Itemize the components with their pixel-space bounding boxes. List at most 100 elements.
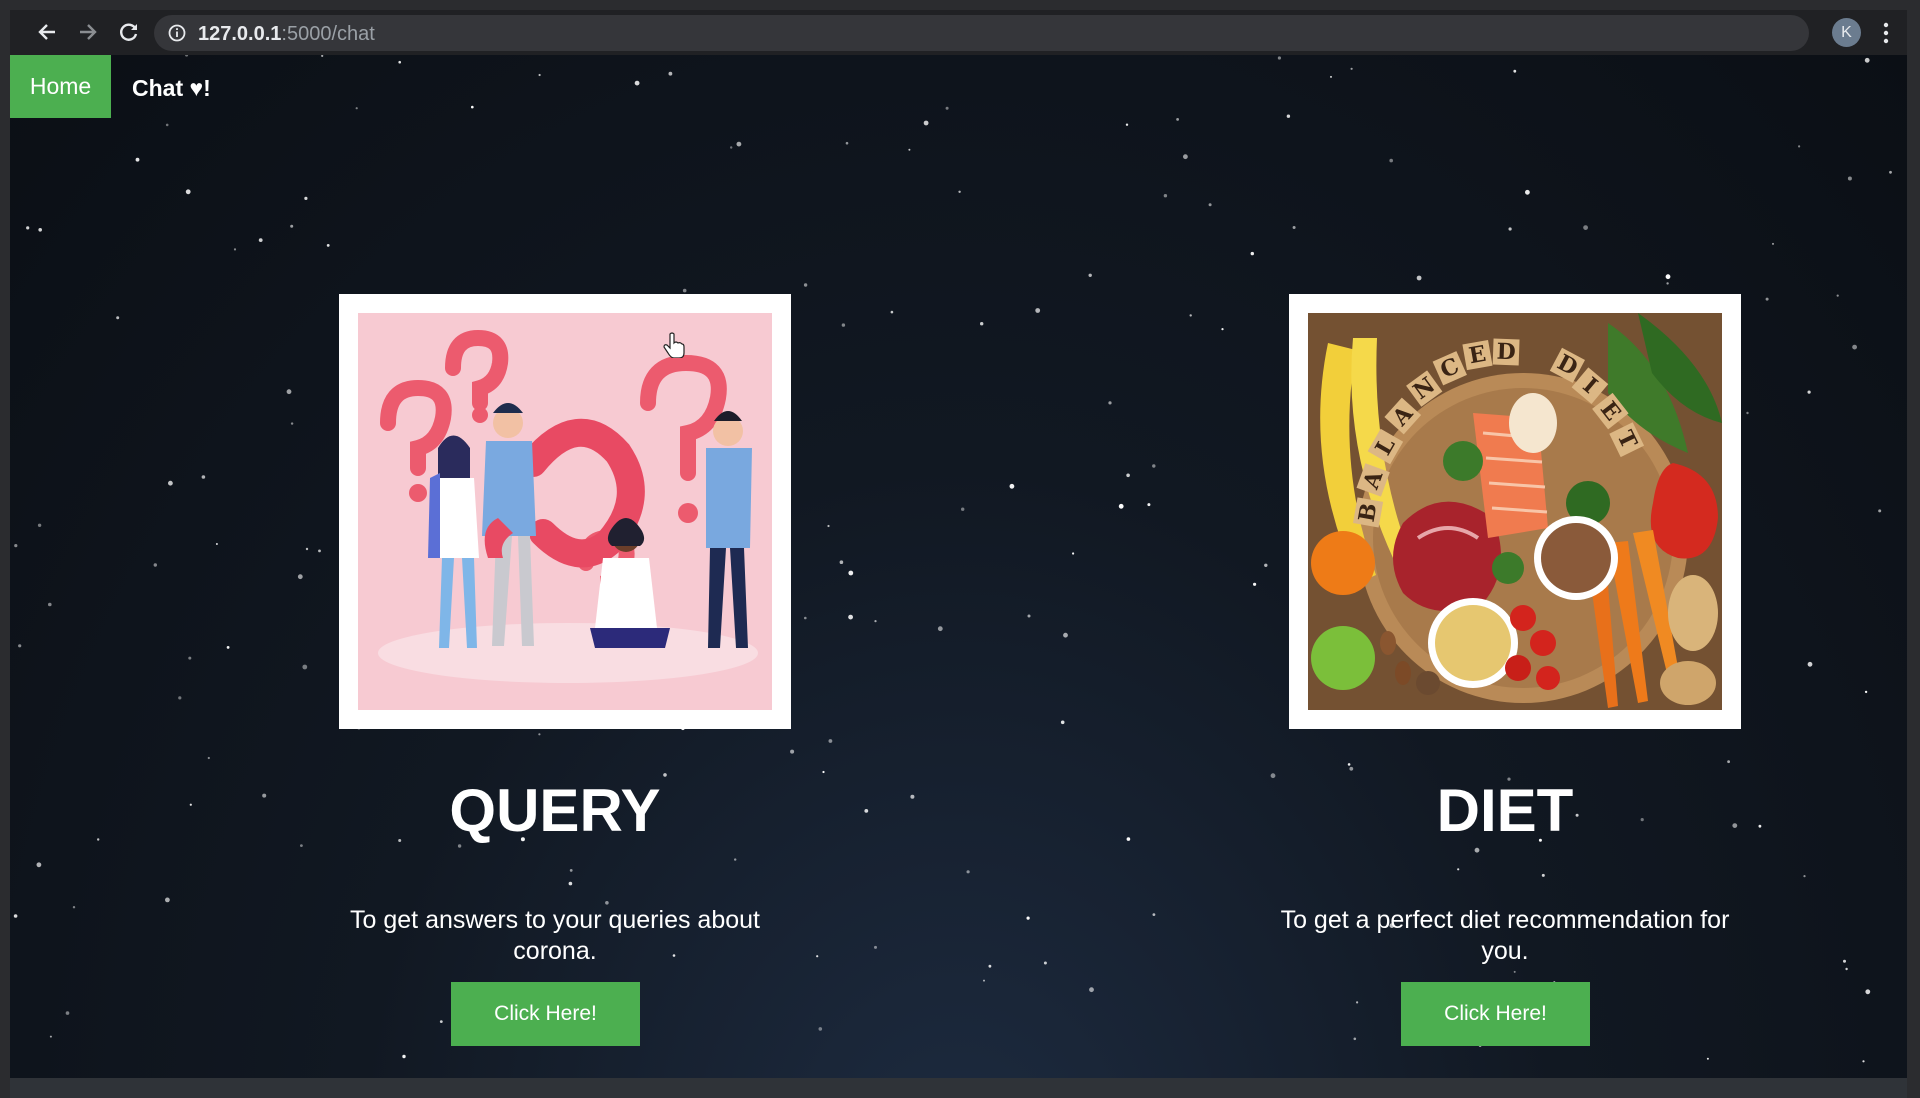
star-dot xyxy=(302,664,308,670)
reload-button[interactable] xyxy=(114,17,144,47)
star-dot xyxy=(1125,123,1129,126)
star-dot xyxy=(839,560,844,564)
star-dot xyxy=(923,120,929,126)
star-dot xyxy=(1250,251,1255,256)
star-dot xyxy=(1292,226,1296,229)
star-dot xyxy=(1666,282,1669,285)
star-dot xyxy=(827,524,830,528)
star-dot xyxy=(845,141,849,145)
star-dot xyxy=(290,224,294,228)
star-dot xyxy=(258,238,263,243)
star-dot xyxy=(1878,509,1882,513)
star-dot xyxy=(189,803,192,806)
star-dot xyxy=(97,838,100,841)
star-dot xyxy=(215,543,218,545)
star-dot xyxy=(803,283,808,287)
url-host: 127.0.0.1 xyxy=(198,23,282,45)
back-button[interactable] xyxy=(32,17,62,47)
address-bar[interactable]: 127.0.0.1:5000/chat xyxy=(154,15,1809,51)
star-dot xyxy=(48,602,52,607)
star-dot xyxy=(1126,837,1131,841)
star-dot xyxy=(1035,308,1041,313)
star-dot xyxy=(841,323,846,327)
star-dot xyxy=(37,523,42,527)
forward-button[interactable] xyxy=(73,17,103,47)
star-dot xyxy=(1152,913,1156,916)
diet-description: To get a perfect diet recommendation for… xyxy=(1280,906,1730,965)
star-dot xyxy=(1126,473,1130,478)
star-dot xyxy=(262,793,267,798)
star-dot xyxy=(1176,118,1179,121)
star-dot xyxy=(1807,661,1813,667)
star-dot xyxy=(165,123,169,127)
star-dot xyxy=(321,55,324,57)
star-dot xyxy=(1353,1037,1357,1041)
star-dot xyxy=(49,1035,52,1038)
query-illustration xyxy=(358,313,772,710)
star-dot xyxy=(568,881,573,886)
star-dot xyxy=(1758,824,1762,828)
star-dot xyxy=(36,862,42,868)
star-dot xyxy=(178,696,182,700)
star-dot xyxy=(1264,563,1268,567)
star-dot xyxy=(1843,959,1846,963)
star-dot xyxy=(1026,916,1030,920)
star-dot xyxy=(736,141,742,147)
star-dot xyxy=(818,1027,823,1031)
star-dot xyxy=(233,248,237,251)
star-dot xyxy=(1009,483,1015,489)
star-dot xyxy=(538,733,541,736)
star-dot xyxy=(1508,227,1512,231)
query-title: QUERY xyxy=(449,777,661,844)
star-dot xyxy=(980,322,984,326)
star-dot xyxy=(201,475,206,479)
nav-chat-link[interactable]: Chat ♥! xyxy=(111,59,232,118)
star-dot xyxy=(168,480,173,486)
diet-click-here-button[interactable]: Click Here! xyxy=(1401,982,1590,1046)
star-dot xyxy=(910,794,915,799)
nav-home-link[interactable]: Home xyxy=(10,55,111,118)
star-dot xyxy=(116,316,120,320)
star-dot xyxy=(1852,344,1857,350)
star-dot xyxy=(304,196,308,200)
star-dot xyxy=(1845,967,1848,971)
star-dot xyxy=(988,964,992,968)
star-dot xyxy=(26,226,30,230)
star-dot xyxy=(1356,1001,1359,1004)
star-dot xyxy=(72,906,76,909)
star-dot xyxy=(864,809,869,813)
star-dot xyxy=(185,189,191,195)
page-bottom-bar xyxy=(10,1078,1907,1098)
svg-text:D: D xyxy=(1496,339,1516,366)
star-dot xyxy=(1803,875,1806,878)
star-dot xyxy=(1027,614,1031,618)
star-dot xyxy=(1330,75,1332,78)
star-dot xyxy=(290,422,294,425)
star-dot xyxy=(1089,987,1094,993)
diet-photo: B A L A N C E D D I E T xyxy=(1308,313,1722,710)
star-dot xyxy=(207,756,210,760)
page-content: Home Chat ♥! B A L A N C E D D I E T QUE… xyxy=(10,55,1907,1078)
query-click-here-button[interactable]: Click Here! xyxy=(451,982,640,1046)
star-dot xyxy=(1513,970,1516,973)
reload-icon xyxy=(120,23,138,41)
star-dot xyxy=(1060,720,1065,725)
profile-avatar[interactable]: K xyxy=(1832,18,1861,47)
star-dot xyxy=(1864,57,1870,63)
diet-image-frame: B A L A N C E D D I E T xyxy=(1289,294,1741,729)
star-dot xyxy=(874,620,877,623)
info-icon[interactable] xyxy=(168,24,186,42)
balanced-diet-illustration: B A L A N C E D D I E T xyxy=(1308,313,1722,710)
query-description: To get answers to your queries about cor… xyxy=(350,906,760,965)
star-dot xyxy=(1772,242,1774,245)
url-path: :5000/chat xyxy=(281,23,375,45)
query-image-frame xyxy=(339,294,791,729)
star-dot xyxy=(1525,189,1530,195)
star-dot xyxy=(1349,766,1354,771)
star-dot xyxy=(1350,67,1353,70)
star-dot xyxy=(318,549,321,553)
star-dot xyxy=(1152,464,1156,468)
star-dot xyxy=(65,1011,70,1015)
kebab-menu-icon[interactable] xyxy=(1876,19,1896,47)
star-dot xyxy=(1541,873,1545,877)
